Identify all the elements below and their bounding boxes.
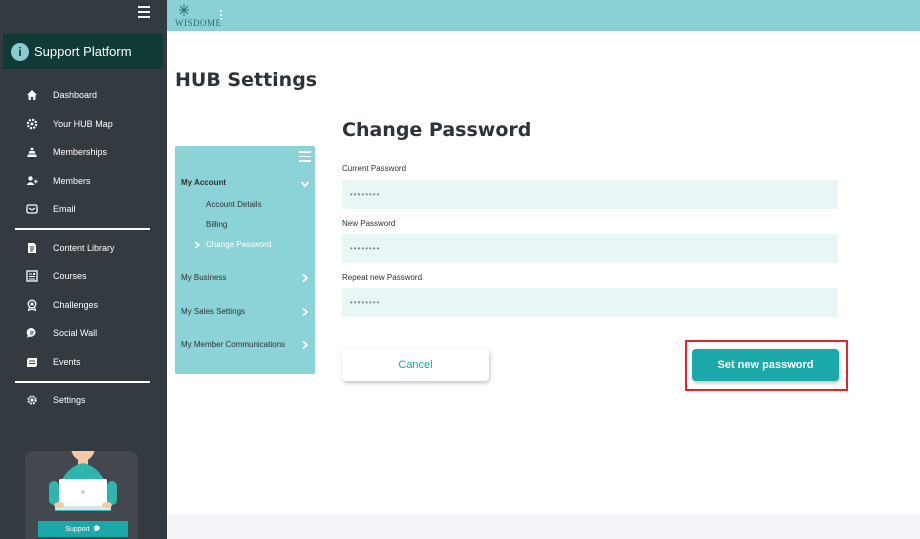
sidebar-item-label: Dashboard [53, 90, 98, 100]
chevron-right-icon[interactable] [300, 307, 310, 317]
sidebar-item-members[interactable]: Members [0, 170, 167, 192]
menu-subitem-account-details[interactable]: Account Details [206, 200, 262, 209]
email-icon [25, 202, 39, 216]
brand-header[interactable]: i Support Platform [3, 34, 163, 69]
menu-subitem-billing[interactable]: Billing [206, 220, 227, 229]
menu-section-my-sales-settings[interactable]: My Sales Settings [181, 307, 245, 316]
menu-section-label: My Sales Settings [181, 307, 246, 316]
sidebar-item-memberships[interactable]: Memberships [0, 141, 167, 163]
chevron-right-icon[interactable] [300, 340, 310, 350]
current-password-value: •••••••• [350, 190, 381, 199]
sidebar-item-events[interactable]: Events [0, 351, 167, 373]
cancel-button[interactable]: Cancel [342, 349, 489, 381]
sidebar-item-label: Courses [53, 271, 87, 281]
snowflake-logo-icon [179, 4, 189, 16]
new-password-value: •••••••• [350, 244, 381, 253]
current-password-label: Current Password [342, 164, 407, 173]
set-new-password-button[interactable]: Set new password [692, 349, 839, 381]
footer-band [167, 514, 920, 539]
pyramid-icon [25, 145, 39, 159]
logo-text: WISDOME [175, 18, 222, 28]
sidebar-item-social-wall[interactable]: Social Wall [0, 322, 167, 344]
sidebar-item-label: Social Wall [53, 328, 98, 338]
support-label: Support [65, 525, 90, 533]
chevron-right-icon[interactable] [300, 273, 310, 283]
settings-menu: My Account Account Details Billing Chang… [175, 146, 315, 374]
sidebar-item-label: Members [53, 176, 91, 186]
sidebar-item-challenges[interactable]: Challenges [0, 294, 167, 316]
sidebar-item-content-library[interactable]: Content Library [0, 237, 167, 259]
settings-icon [25, 393, 39, 407]
sidebar-item-label: Challenges [53, 300, 99, 310]
sidebar-item-label: Email [53, 204, 76, 214]
chevron-right-icon [194, 241, 201, 249]
menu-subitem-label: Change Password [206, 240, 272, 249]
repeat-password-input[interactable]: •••••••• [342, 288, 838, 317]
sidebar: i Support Platform Dashboard Your HUB Ma… [0, 0, 167, 539]
wisdome-logo[interactable]: WISDOME [171, 3, 222, 29]
sidebar-item-label: Memberships [53, 147, 108, 157]
repeat-password-label: Repeat new Password [342, 273, 423, 282]
sidebar-divider [15, 381, 150, 383]
award-icon [25, 298, 39, 312]
settings-menu-hamburger-icon[interactable] [299, 151, 311, 163]
sidebar-toggle-hamburger-icon[interactable] [138, 6, 150, 18]
menu-section-label: My Business [181, 273, 227, 282]
document-icon [25, 241, 39, 255]
sidebar-item-hub-map[interactable]: Your HUB Map [0, 113, 167, 135]
menu-section-label: My Member Communications [181, 340, 286, 349]
menu-section-my-account[interactable]: My Account [181, 178, 226, 187]
sidebar-item-label: Your HUB Map [53, 119, 113, 129]
menu-section-label: My Account [181, 178, 227, 187]
chat-icon [93, 524, 101, 534]
chevron-down-icon[interactable] [300, 179, 310, 189]
current-password-input[interactable]: •••••••• [342, 180, 838, 209]
menu-subitem-label: Account Details [206, 200, 262, 209]
home-icon [25, 88, 39, 102]
sidebar-item-dashboard[interactable]: Dashboard [0, 84, 167, 106]
calendar-icon [25, 355, 39, 369]
chat-bubble-icon [25, 326, 39, 340]
menu-subitem-change-password[interactable]: Change Password [206, 240, 271, 249]
info-icon: i [11, 42, 29, 61]
brand-label: Support Platform [34, 44, 132, 59]
menu-section-my-member-communications[interactable]: My Member Communications [181, 340, 285, 349]
menu-subitem-label: Billing [206, 220, 228, 229]
menu-section-my-business[interactable]: My Business [181, 273, 226, 282]
gear-icon [25, 117, 39, 131]
sidebar-item-label: Events [53, 357, 81, 367]
members-icon [25, 174, 39, 188]
sidebar-item-settings[interactable]: Settings [0, 389, 167, 411]
form-title: Change Password [342, 119, 532, 141]
support-button[interactable]: Support [38, 521, 128, 537]
topbar: WISDOME [167, 0, 920, 31]
repeat-password-value: •••••••• [350, 298, 381, 307]
new-password-label: New Password [342, 219, 396, 228]
sidebar-item-courses[interactable]: Courses [0, 265, 167, 287]
courses-icon [25, 269, 39, 283]
sidebar-item-label: Content Library [53, 243, 115, 253]
page-title: HUB Settings [175, 69, 318, 91]
kebab-menu-icon[interactable] [220, 10, 224, 22]
sidebar-item-label: Settings [53, 395, 86, 405]
new-password-input[interactable]: •••••••• [342, 234, 838, 263]
sidebar-divider [15, 228, 150, 230]
sidebar-item-email[interactable]: Email [0, 198, 167, 220]
